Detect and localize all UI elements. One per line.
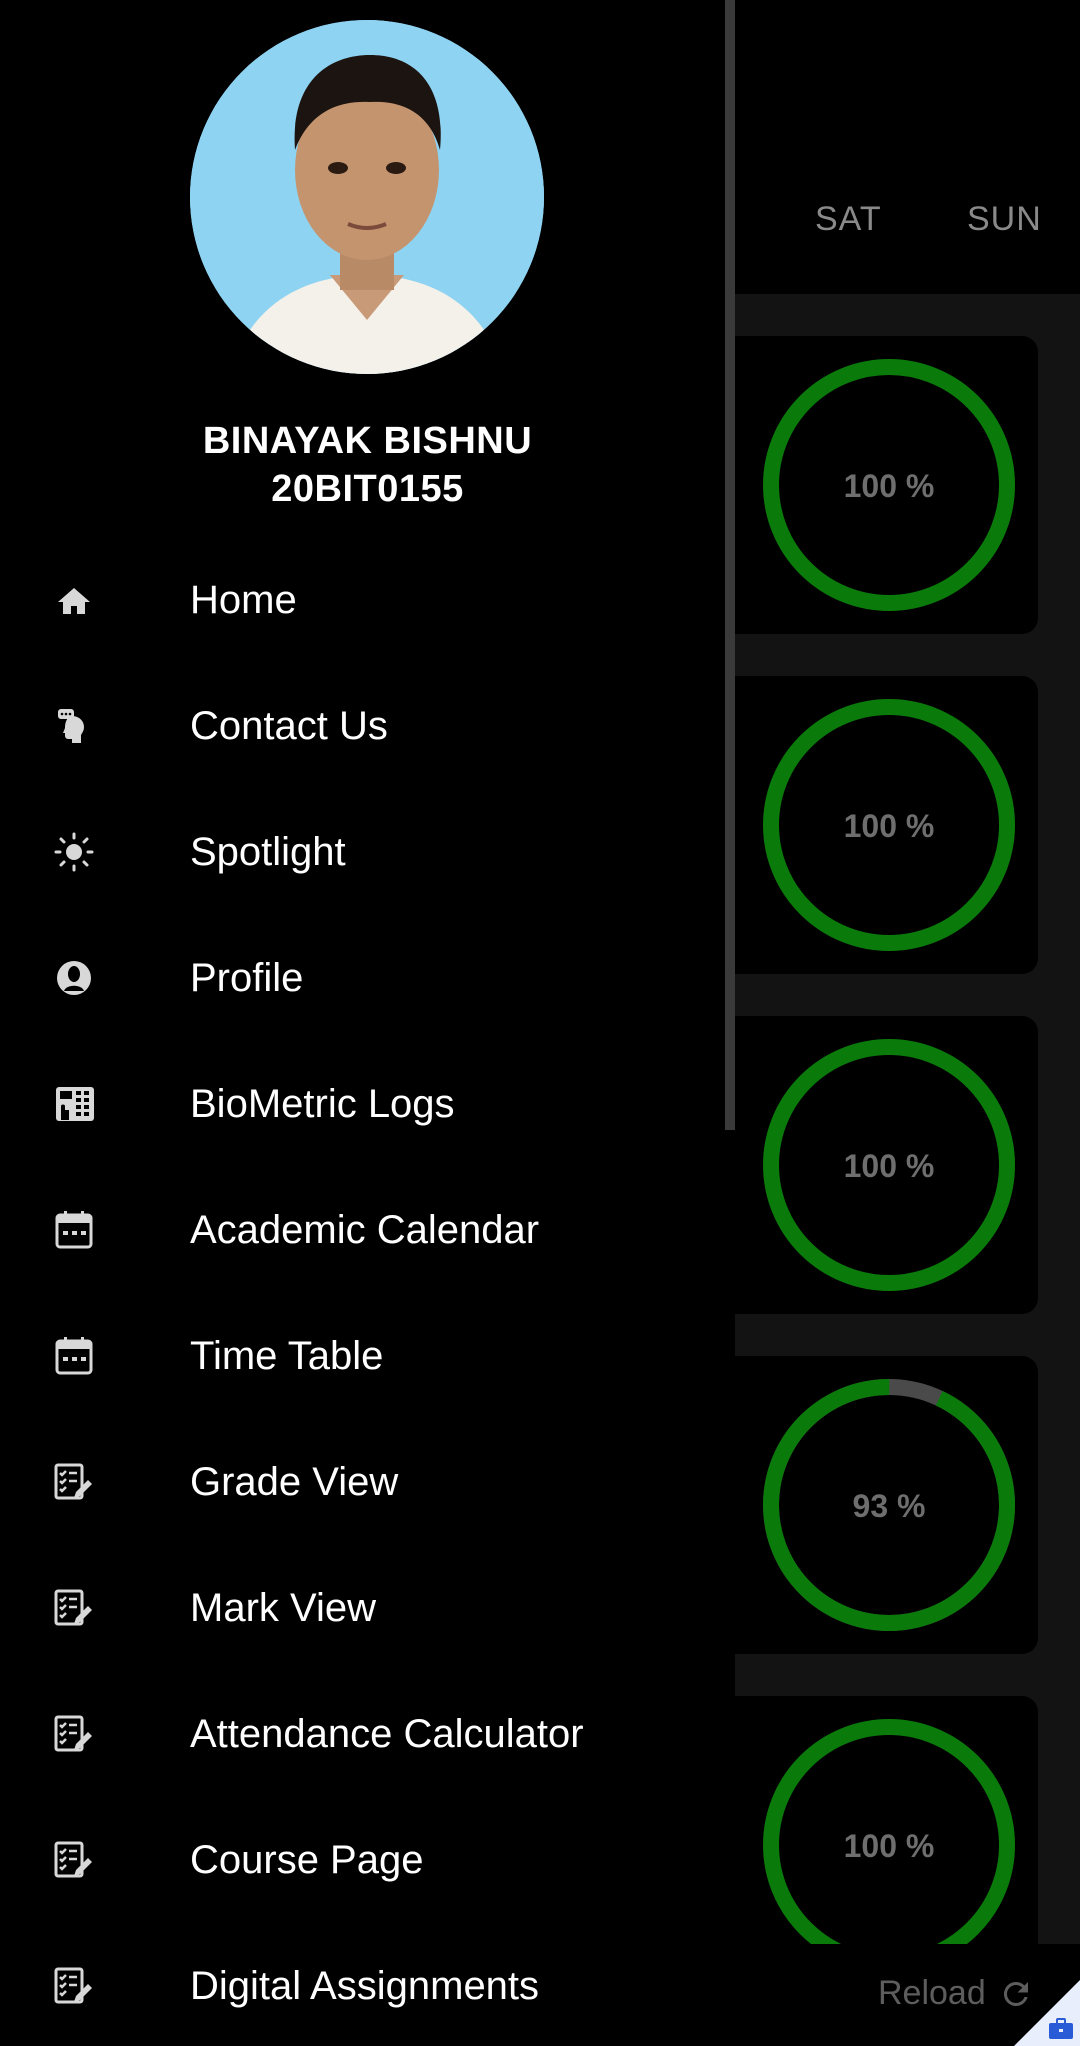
menu-item-grade-view[interactable]: Grade View [0,1432,725,1532]
menu-item-label: Digital Assignments [190,1964,540,2008]
menu-item-label: Grade View [190,1460,399,1504]
menu-item-contact-us[interactable]: Contact Us [0,676,725,776]
checklist-edit-icon [54,1841,92,1878]
navigation-drawer: BINAYAK BISHNU 20BIT0155 Home Contact Us [0,0,735,2046]
briefcase-icon[interactable] [1048,2018,1074,2040]
menu-item-label: Profile [190,956,304,1000]
menu-item-label: Spotlight [190,830,346,874]
attendance-ring: 93 % [763,1379,1015,1631]
checklist-edit-icon [54,1589,92,1626]
tab-sun[interactable]: SUN [967,200,1042,239]
reload-label: Reload [878,1974,986,2012]
attendance-ring: 100 % [763,699,1015,951]
menu-item-academic-calendar[interactable]: Academic Calendar [0,1180,725,1280]
home-icon [58,588,90,614]
menu-item-label: Academic Calendar [190,1208,540,1252]
checklist-edit-icon [54,1715,92,1752]
menu-item-attendance-calculator[interactable]: Attendance Calculator [0,1684,725,1784]
menu-item-label: Mark View [190,1586,376,1630]
profile-icon [57,961,91,995]
profile-photo [190,20,544,374]
reload-button[interactable]: Reload [878,1974,1034,2013]
calendar-icon [55,1211,93,1249]
calendar-icon [55,1337,93,1375]
menu-item-label: Course Page [190,1838,424,1882]
user-name: BINAYAK BISHNU [202,420,533,462]
menu-item-time-table[interactable]: Time Table [0,1306,725,1406]
checklist-edit-icon [54,1967,92,2004]
menu-item-course-page[interactable]: Course Page [0,1810,725,1910]
menu-item-mark-view[interactable]: Mark View [0,1558,725,1658]
menu-item-biometric-logs[interactable]: BioMetric Logs [0,1054,725,1154]
attendance-ring: 100 % [763,1039,1015,1291]
attendance-percent: 100 % [844,808,935,844]
tab-sat[interactable]: SAT [815,200,882,239]
drawer-scrollbar[interactable] [725,0,735,1130]
attendance-percent: 100 % [844,468,935,504]
menu-item-label: Home [190,578,297,622]
attendance-percent: 100 % [844,1828,935,1864]
avatar[interactable] [190,20,544,374]
sun-icon [54,832,94,872]
checklist-edit-icon [54,1463,92,1500]
menu-item-label: Contact Us [190,704,388,748]
user-registration-number: 20BIT0155 [271,468,464,510]
attendance-percent: 100 % [844,1148,935,1184]
attendance-ring: 100 % [763,359,1015,611]
contact-support-icon [58,709,84,743]
app-screen: SAT SUN 100 % 100 % 100 % 93 % 100 % Rel… [0,0,1080,2046]
attendance-percent: 93 % [853,1488,926,1524]
menu-item-digital-assignments[interactable]: Digital Assignments [0,1936,725,2036]
menu-item-spotlight[interactable]: Spotlight [0,802,725,902]
menu-item-label: Time Table [190,1334,384,1378]
biometric-device-icon [56,1087,94,1121]
menu-item-label: BioMetric Logs [190,1082,455,1126]
attendance-ring: 100 % [763,1719,1015,1944]
menu-item-home[interactable]: Home [0,550,725,650]
menu-item-label: Attendance Calculator [190,1712,584,1756]
menu-item-profile[interactable]: Profile [0,928,725,1028]
